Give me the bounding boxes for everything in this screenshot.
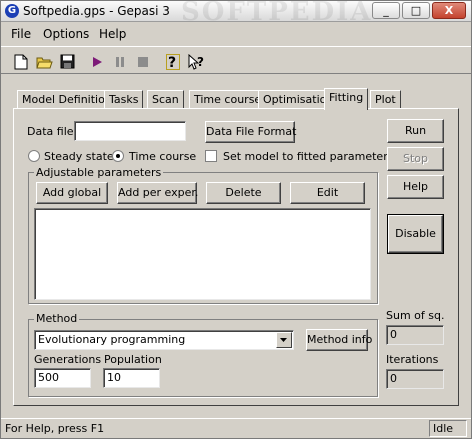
toolbar: ? ? [1, 46, 471, 74]
run-button[interactable]: Run [387, 119, 444, 143]
sum-of-sq-value: 0 [386, 325, 444, 345]
iterations-value: 0 [386, 369, 444, 389]
generations-input[interactable]: 500 [34, 368, 91, 388]
play-icon[interactable] [87, 52, 107, 71]
menu-options[interactable]: Options [43, 27, 89, 41]
time-course-label: Time course [129, 150, 197, 163]
window-title: Softpedia.gps - Gepasi 3 [23, 4, 170, 18]
status-bar: For Help, press F1 Idle [1, 418, 471, 438]
tab-tasks[interactable]: Tasks [104, 90, 144, 109]
context-help-icon[interactable]: ? [187, 52, 207, 71]
sum-of-sq-label: Sum of sq. [386, 309, 445, 322]
data-file-format-button[interactable]: Data File Format [205, 121, 296, 143]
pause-icon[interactable] [110, 52, 130, 71]
generations-label: Generations [34, 353, 102, 366]
stop-button[interactable]: Stop [387, 147, 444, 171]
parameters-list[interactable] [34, 208, 371, 300]
delete-button[interactable]: Delete [206, 182, 281, 204]
radio-selected-dot [116, 154, 120, 158]
add-global-button[interactable]: Add global [36, 182, 108, 204]
help-icon[interactable]: ? [163, 52, 183, 71]
new-file-icon[interactable] [11, 52, 31, 71]
method-group-title: Method [34, 312, 80, 325]
status-idle: Idle [429, 420, 467, 437]
tab-fitting[interactable]: Fitting [324, 88, 369, 110]
gepasi-app-icon[interactable]: G [5, 4, 19, 18]
open-folder-icon[interactable] [34, 52, 54, 71]
data-file-label: Data file: [27, 125, 78, 138]
stop-icon[interactable] [133, 52, 153, 71]
edit-button[interactable]: Edit [290, 182, 365, 204]
maximize-button[interactable]: □ [402, 2, 430, 19]
tab-scan[interactable]: Scan [147, 90, 184, 109]
steady-state-label: Steady state [44, 150, 114, 163]
population-input[interactable]: 10 [103, 368, 160, 388]
svg-text:?: ? [197, 55, 204, 69]
status-help-text: For Help, press F1 [5, 422, 105, 435]
close-button[interactable]: X [432, 2, 466, 19]
data-file-input[interactable] [74, 121, 186, 141]
time-course-radio[interactable] [112, 150, 124, 162]
minimize-button[interactable]: _ [372, 2, 400, 19]
save-disk-icon[interactable] [57, 52, 77, 71]
set-model-label: Set model to fitted parameters [223, 150, 394, 163]
svg-text:?: ? [168, 55, 176, 70]
menu-file[interactable]: File [11, 27, 31, 41]
population-label: Population [104, 353, 162, 366]
menu-help[interactable]: Help [99, 27, 126, 41]
method-info-button[interactable]: Method info [306, 329, 372, 351]
application-window: G Softpedia.gps - Gepasi 3 SOFTPEDIA _ □… [0, 0, 472, 439]
adjustable-parameters-title: Adjustable parameters [34, 166, 164, 179]
disable-button[interactable]: Disable [387, 214, 444, 254]
help-button[interactable]: Help [387, 175, 444, 199]
tab-time-course[interactable]: Time course [189, 90, 267, 109]
title-bar[interactable]: G Softpedia.gps - Gepasi 3 SOFTPEDIA _ □… [1, 0, 471, 27]
add-per-exper-button[interactable]: Add per exper. [117, 182, 198, 204]
method-value: Evolutionary programming [38, 333, 186, 346]
set-model-checkbox[interactable] [205, 150, 217, 162]
method-select[interactable]: Evolutionary programming [34, 330, 294, 350]
iterations-label: Iterations [386, 353, 439, 366]
tab-plot[interactable]: Plot [370, 90, 401, 109]
menu-bar: File Options Help [1, 23, 471, 45]
steady-state-radio[interactable] [28, 150, 40, 162]
dropdown-arrow-icon[interactable] [276, 332, 292, 348]
tab-model-definition[interactable]: Model Definition [17, 90, 117, 109]
